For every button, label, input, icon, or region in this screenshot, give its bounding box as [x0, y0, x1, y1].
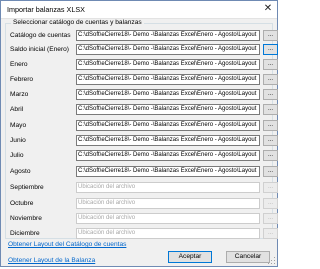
resize-grip-icon[interactable] — [267, 256, 275, 264]
row-catalogo: Catálogo de cuentas C:\dSoft\eCierre18\-… — [10, 30, 278, 42]
path-field-octubre: Ubicación del archivo — [76, 198, 260, 209]
row-label: Mayo — [10, 122, 27, 129]
path-field-diciembre: Ubicación del archivo — [76, 228, 260, 239]
balance-layout-link[interactable]: Obtener Layout de la Balanza — [8, 257, 95, 264]
path-field-catalogo[interactable]: C:\dSoft\eCierre18\- Demo -\Balanzas Exc… — [76, 30, 260, 41]
path-field-saldo-inicial[interactable]: C:\dSoft\eCierre18\- Demo -\Balanzas Exc… — [76, 44, 260, 55]
row-agosto: Agosto C:\dSoft\eCierre18\- Demo -\Balan… — [10, 166, 278, 178]
row-septiembre: Septiembre Ubicación del archivo ... — [10, 182, 278, 194]
browse-button-saldo-inicial[interactable]: ... — [263, 44, 278, 55]
path-field-abril[interactable]: C:\dSoft\eCierre18\- Demo -\Balanzas Exc… — [76, 104, 260, 115]
file-selection-group: Seleccionar catálogo de cuentas y balanz… — [5, 19, 278, 240]
row-label: Septiembre — [10, 184, 44, 191]
row-label: Febrero — [10, 76, 34, 83]
path-field-marzo[interactable]: C:\dSoft\eCierre18\- Demo -\Balanzas Exc… — [76, 89, 260, 100]
browse-button-junio[interactable]: ... — [263, 135, 278, 146]
import-dialog: Importar balanzas XLSX ✕ Seleccionar cat… — [0, 0, 278, 267]
row-label: Agosto — [10, 168, 31, 175]
row-julio: Julio C:\dSoft\eCierre18\- Demo -\Balanz… — [10, 150, 278, 162]
browse-button-septiembre: ... — [263, 182, 278, 193]
accept-button[interactable]: Aceptar — [168, 251, 212, 263]
path-field-junio[interactable]: C:\dSoft\eCierre18\- Demo -\Balanzas Exc… — [76, 135, 260, 146]
row-label: Marzo — [10, 91, 29, 98]
browse-button-diciembre: ... — [263, 228, 278, 239]
row-label: Diciembre — [10, 230, 40, 237]
browse-button-mayo[interactable]: ... — [263, 120, 278, 131]
row-enero: Enero C:\dSoft\eCierre18\- Demo -\Balanz… — [10, 59, 278, 71]
row-diciembre: Diciembre Ubicación del archivo ... — [10, 228, 278, 240]
row-label: Junio — [10, 137, 26, 144]
row-mayo: Mayo C:\dSoft\eCierre18\- Demo -\Balanza… — [10, 120, 278, 132]
row-label: Noviembre — [10, 215, 42, 222]
close-icon[interactable]: ✕ — [261, 2, 275, 16]
row-label: Octubre — [10, 200, 34, 207]
browse-button-noviembre: ... — [263, 213, 278, 224]
path-field-mayo[interactable]: C:\dSoft\eCierre18\- Demo -\Balanzas Exc… — [76, 120, 260, 131]
title-bar: Importar balanzas XLSX ✕ — [1, 1, 277, 19]
row-label: Saldo inicial (Enero) — [10, 46, 70, 53]
group-legend: Seleccionar catálogo de cuentas y balanz… — [11, 19, 144, 26]
path-field-julio[interactable]: C:\dSoft\eCierre18\- Demo -\Balanzas Exc… — [76, 150, 260, 161]
row-octubre: Octubre Ubicación del archivo ... — [10, 198, 278, 210]
browse-button-octubre: ... — [263, 198, 278, 209]
catalog-layout-link[interactable]: Obtener Layout del Catálogo de cuentas — [8, 241, 126, 248]
row-junio: Junio C:\dSoft\eCierre18\- Demo -\Balanz… — [10, 135, 278, 147]
path-field-febrero[interactable]: C:\dSoft\eCierre18\- Demo -\Balanzas Exc… — [76, 74, 260, 85]
browse-button-julio[interactable]: ... — [263, 150, 278, 161]
browse-button-abril[interactable]: ... — [263, 104, 278, 115]
browse-button-febrero[interactable]: ... — [263, 74, 278, 85]
window-title: Importar balanzas XLSX — [7, 5, 85, 14]
browse-button-catalogo[interactable]: ... — [263, 30, 278, 41]
row-abril: Abril C:\dSoft\eCierre18\- Demo -\Balanz… — [10, 104, 278, 116]
row-febrero: Febrero C:\dSoft\eCierre18\- Demo -\Bala… — [10, 74, 278, 86]
row-label: Julio — [10, 152, 24, 159]
browse-button-marzo[interactable]: ... — [263, 89, 278, 100]
row-label: Enero — [10, 61, 28, 68]
browse-button-agosto[interactable]: ... — [263, 166, 278, 177]
row-noviembre: Noviembre Ubicación del archivo ... — [10, 213, 278, 225]
path-field-noviembre: Ubicación del archivo — [76, 213, 260, 224]
row-saldo-inicial: Saldo inicial (Enero) C:\dSoft\eCierre18… — [10, 44, 278, 56]
browse-button-enero[interactable]: ... — [263, 59, 278, 70]
row-marzo: Marzo C:\dSoft\eCierre18\- Demo -\Balanz… — [10, 89, 278, 101]
cancel-button[interactable]: Cancelar — [226, 251, 270, 263]
path-field-agosto[interactable]: C:\dSoft\eCierre18\- Demo -\Balanzas Exc… — [76, 166, 260, 177]
row-label: Catálogo de cuentas — [10, 32, 71, 39]
path-field-septiembre: Ubicación del archivo — [76, 182, 260, 193]
row-label: Abril — [10, 106, 24, 113]
path-field-enero[interactable]: C:\dSoft\eCierre18\- Demo -\Balanzas Exc… — [76, 59, 260, 70]
